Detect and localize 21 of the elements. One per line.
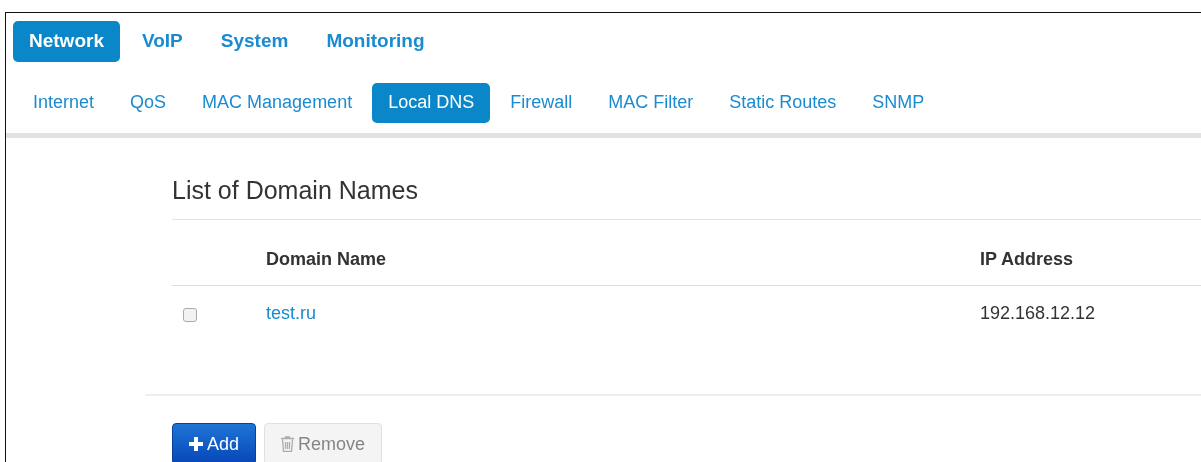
tab[interactable]: VoIP	[125, 21, 199, 62]
column-header: IP Address	[980, 248, 1075, 270]
column-header: Domain Name	[266, 248, 388, 270]
ip-address: 192.168.12.12	[980, 303, 1097, 324]
tab[interactable]: System	[204, 21, 305, 62]
tab[interactable]: MAC Filter	[592, 83, 710, 123]
tab[interactable]: Static Routes	[713, 83, 853, 123]
checkbox[interactable]	[183, 308, 197, 322]
tab[interactable]: Network	[13, 21, 120, 62]
tab[interactable]: QoS	[114, 83, 183, 123]
tab[interactable]: Internet	[17, 83, 111, 123]
tab[interactable]: Monitoring	[310, 21, 441, 62]
tab[interactable]: Firewall	[494, 83, 589, 123]
plus-icon	[189, 437, 203, 451]
add-button[interactable]: Add	[172, 423, 257, 462]
tab[interactable]: MAC Management	[186, 83, 369, 123]
trash-icon	[281, 436, 295, 452]
tab[interactable]: SNMP	[856, 83, 941, 123]
domain-link[interactable]: test.ru	[266, 303, 317, 323]
section-title: List of Domain Names	[172, 176, 1201, 220]
tab[interactable]: Local DNS	[372, 83, 491, 123]
